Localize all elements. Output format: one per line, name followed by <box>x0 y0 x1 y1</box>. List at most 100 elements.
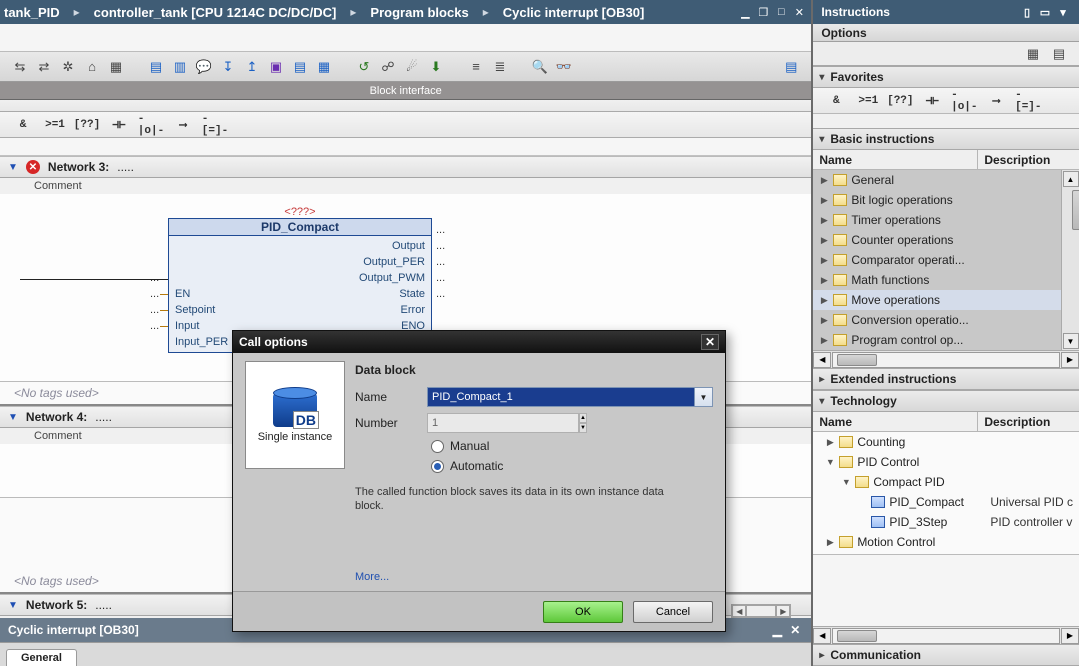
dialog-close-icon[interactable]: ✕ <box>701 334 719 350</box>
tool-10-icon[interactable]: ↥ <box>242 57 262 77</box>
block-interface-bar[interactable]: Block interface <box>0 82 811 100</box>
scroll-right-icon[interactable]: ▶ <box>1061 628 1079 644</box>
chevron-down-icon[interactable]: ▼ <box>8 162 18 173</box>
basic-item[interactable]: ▶Program control op... <box>813 330 1061 350</box>
radio-manual-icon[interactable] <box>431 440 444 453</box>
lad-op-or[interactable]: >=1 <box>42 115 68 135</box>
tool-15-icon[interactable]: ☍ <box>378 57 398 77</box>
basic-item[interactable]: ▶Conversion operatio... <box>813 310 1061 330</box>
ok-button[interactable]: OK <box>543 601 623 623</box>
cancel-button[interactable]: Cancel <box>633 601 713 623</box>
tool-18-icon[interactable]: ≡ <box>466 57 486 77</box>
chevron-down-icon[interactable]: ▼ <box>8 412 18 423</box>
crumb-3[interactable]: Cyclic interrupt [OB30] <box>503 5 645 20</box>
number-spin-up-icon[interactable]: ▲ <box>579 413 587 423</box>
fav-op-no[interactable]: ⊣⊢ <box>919 91 945 111</box>
more-link[interactable]: More... <box>355 571 713 583</box>
lad-op-and[interactable]: & <box>10 115 36 135</box>
name-dropdown-icon[interactable]: ▼ <box>695 387 713 407</box>
basic-item[interactable]: ▶Timer operations <box>813 210 1061 230</box>
radio-automatic-icon[interactable] <box>431 460 444 473</box>
panel-pin-icon[interactable]: ▯ <box>1019 5 1035 19</box>
lad-op-asgn[interactable]: -[=]- <box>202 115 228 135</box>
close-icon[interactable]: ✕ <box>791 5 807 19</box>
tool-6-icon[interactable]: ▤ <box>146 57 166 77</box>
scroll-left-icon[interactable]: ◀ <box>813 628 831 644</box>
refresh-icon[interactable]: ✲ <box>58 57 78 77</box>
basic-item[interactable]: ▶General <box>813 170 1061 190</box>
network-3-header[interactable]: ▼ ✕ Network 3: ..... <box>0 156 811 178</box>
extended-instructions-header[interactable]: ▸ Extended instructions <box>813 368 1079 390</box>
tool-4-icon[interactable]: ⌂ <box>82 57 102 77</box>
technology-tree[interactable]: ▶Counting▼PID Control▼Compact PIDPID_Com… <box>813 432 1079 555</box>
basic-item[interactable]: ▶Comparator operati... <box>813 250 1061 270</box>
maximize-icon[interactable]: □ <box>773 5 789 19</box>
tool-14-icon[interactable]: ↺ <box>354 57 374 77</box>
basic-item[interactable]: ▶Counter operations <box>813 230 1061 250</box>
tool-7-icon[interactable]: ▥ <box>170 57 190 77</box>
tech-item[interactable]: ▼PID Control <box>813 452 1079 472</box>
technology-header[interactable]: ▾ Technology <box>813 390 1079 412</box>
tool-12-icon[interactable]: ▤ <box>290 57 310 77</box>
lad-op-no[interactable]: ⊣⊢ <box>106 115 132 135</box>
scroll-up-icon[interactable]: ▲ <box>1063 171 1079 187</box>
restore-icon[interactable]: ❐ <box>755 5 771 19</box>
vscrollbar[interactable]: ▲ ▼ <box>1061 170 1079 350</box>
basic-item[interactable]: ▶Math functions <box>813 270 1061 290</box>
scroll-down-icon[interactable]: ▼ <box>1063 333 1079 349</box>
lad-op-nc[interactable]: -|o|- <box>138 115 164 135</box>
panel-dock-icon[interactable]: ▭ <box>1037 5 1053 19</box>
basic-instructions-header[interactable]: ▾ Basic instructions <box>813 128 1079 150</box>
tree-expander-icon[interactable]: ▶ <box>825 437 835 448</box>
panel-menu-icon[interactable]: ▾ <box>1055 5 1071 19</box>
tool-right-icon[interactable]: ▤ <box>781 57 801 77</box>
panel-icon-2[interactable]: ▤ <box>1049 44 1069 64</box>
network-3-comment[interactable]: Comment <box>0 178 811 194</box>
tool-9-icon[interactable]: ↧ <box>218 57 238 77</box>
tech-item[interactable]: ▼Compact PID <box>813 472 1079 492</box>
single-instance-card[interactable]: DB Single instance <box>245 361 345 469</box>
tree-expander-icon[interactable]: ▶ <box>825 537 835 548</box>
tech-item[interactable]: ▶Motion Control <box>813 532 1079 552</box>
fav-op-and[interactable]: & <box>823 91 849 111</box>
number-spin-down-icon[interactable]: ▼ <box>579 423 587 433</box>
fav-op-nc[interactable]: -|o|- <box>951 91 977 111</box>
tool-21-icon[interactable]: 👓 <box>554 57 574 77</box>
scroll-right-icon[interactable]: ▶ <box>776 605 790 617</box>
tool-1-icon[interactable]: ⇆ <box>10 57 30 77</box>
fav-op-or[interactable]: >=1 <box>855 91 881 111</box>
small-scrollbar[interactable]: ◀ ▶ <box>731 604 791 618</box>
radio-automatic[interactable]: Automatic <box>431 459 713 473</box>
crumb-1[interactable]: controller_tank [CPU 1214C DC/DC/DC] <box>94 5 337 20</box>
lad-op-coil[interactable]: ⟶ <box>170 115 196 135</box>
tab-general[interactable]: General <box>6 649 77 666</box>
tool-16-icon[interactable]: ☄ <box>402 57 422 77</box>
scroll-right-icon[interactable]: ▶ <box>1061 352 1079 368</box>
basic-list[interactable]: ▶General▶Bit logic operations▶Timer oper… <box>813 170 1061 350</box>
tree-expander-icon[interactable]: ▼ <box>841 477 851 487</box>
crumb-2[interactable]: Program blocks <box>370 5 468 20</box>
lad-op-box[interactable]: [??] <box>74 115 100 135</box>
tech-item[interactable]: PID_3StepPID controller v <box>813 512 1079 532</box>
tool-5-icon[interactable]: ▦ <box>106 57 126 77</box>
tech-hscrollbar[interactable]: ◀ ▶ <box>813 626 1079 644</box>
footer-close-partial-icon[interactable]: ▁ <box>769 623 785 637</box>
chevron-down-icon[interactable]: ▼ <box>8 600 18 611</box>
fav-op-coil[interactable]: ⟶ <box>983 91 1009 111</box>
tool-11-icon[interactable]: ▣ <box>266 57 286 77</box>
basic-item[interactable]: ▶Bit logic operations <box>813 190 1061 210</box>
search-icon[interactable]: 🔍 <box>530 57 550 77</box>
download-icon[interactable]: ⬇ <box>426 57 446 77</box>
tool-19-icon[interactable]: ≣ <box>490 57 510 77</box>
options-bar[interactable]: Options <box>813 24 1079 42</box>
panel-icon-1[interactable]: ▦ <box>1023 44 1043 64</box>
tech-item[interactable]: ▶Counting <box>813 432 1079 452</box>
footer-close-icon[interactable]: ✕ <box>787 623 803 637</box>
fav-op-asgn[interactable]: -[=]- <box>1015 91 1041 111</box>
fav-op-box[interactable]: [??] <box>887 91 913 111</box>
communication-header[interactable]: ▸ Communication <box>813 644 1079 666</box>
name-input[interactable] <box>427 387 695 407</box>
tool-13-icon[interactable]: ▦ <box>314 57 334 77</box>
basic-item[interactable]: ▶Move operations <box>813 290 1061 310</box>
favorites-header[interactable]: ▾ Favorites <box>813 66 1079 88</box>
